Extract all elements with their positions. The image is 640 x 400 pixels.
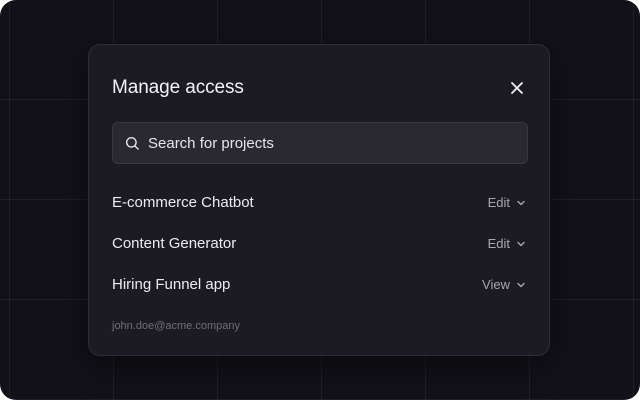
close-button[interactable] [506, 77, 528, 99]
search-box[interactable] [112, 122, 528, 164]
list-item: Hiring Funnel app View [112, 264, 528, 305]
list-item: Content Generator Edit [112, 223, 528, 264]
permission-dropdown[interactable]: View [482, 277, 528, 292]
permission-dropdown[interactable]: Edit [488, 236, 528, 251]
project-list: E-commerce Chatbot Edit Content Generato… [112, 182, 528, 305]
search-input[interactable] [148, 123, 527, 163]
close-icon [511, 82, 523, 94]
app-canvas: Manage access E-commerce Chatbot Edit [0, 0, 640, 400]
manage-access-modal: Manage access E-commerce Chatbot Edit [88, 44, 550, 356]
search-icon [124, 135, 140, 151]
project-name: Hiring Funnel app [112, 276, 231, 293]
permission-dropdown[interactable]: Edit [488, 195, 528, 210]
modal-header: Manage access [112, 76, 526, 100]
project-name: E-commerce Chatbot [112, 194, 254, 211]
chevron-down-icon [516, 239, 526, 249]
permission-label: View [482, 277, 510, 292]
modal-title: Manage access [112, 77, 244, 98]
user-email: john.doe@acme.company [112, 320, 240, 332]
chevron-down-icon [516, 280, 526, 290]
list-item: E-commerce Chatbot Edit [112, 182, 528, 223]
project-name: Content Generator [112, 235, 237, 252]
permission-label: Edit [487, 236, 510, 251]
chevron-down-icon [516, 198, 526, 208]
permission-label: Edit [487, 195, 510, 210]
